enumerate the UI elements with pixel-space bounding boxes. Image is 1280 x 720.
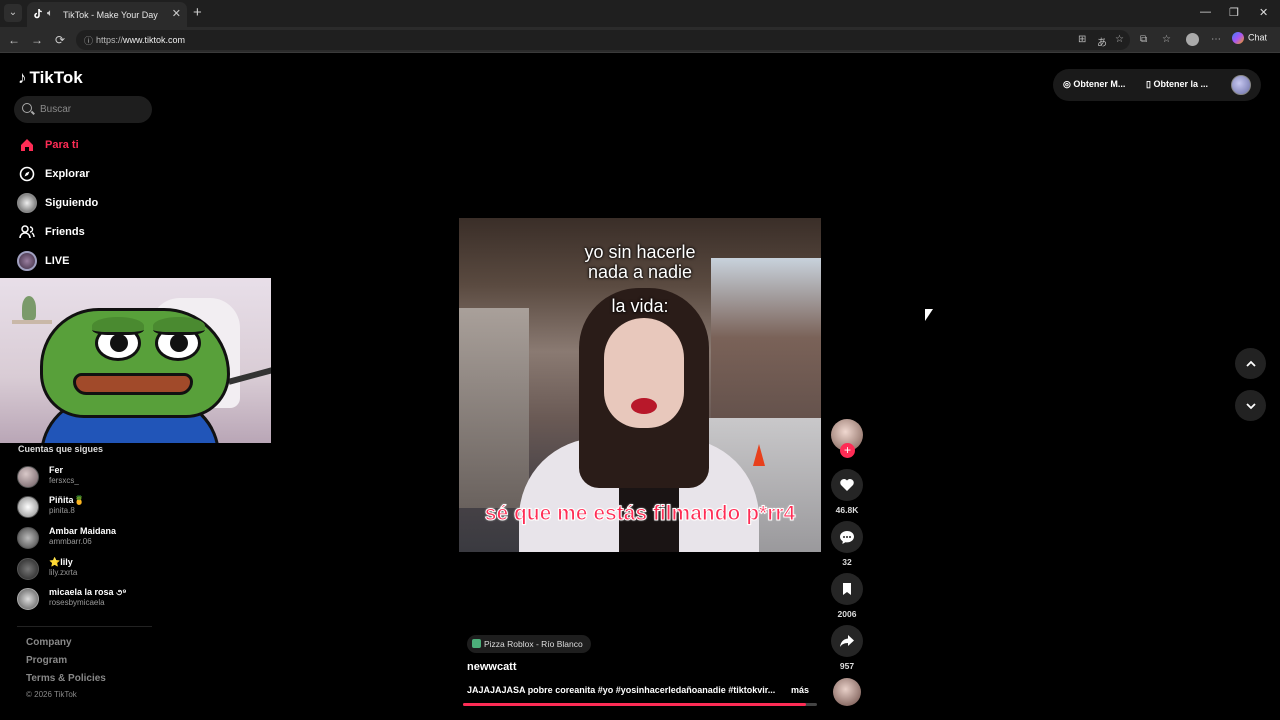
comment-button[interactable] (831, 521, 863, 553)
nav-item-explorar[interactable]: Explorar (17, 163, 157, 185)
follow-plus-button[interactable]: + (840, 443, 855, 458)
followed-account[interactable]: micaela la rosa ૭⁹ rosesbymicaela (17, 586, 167, 612)
browser-tab-tiktok[interactable]: 🔈︎ TikTok - Make Your Day ✕ (27, 2, 187, 27)
translate-icon[interactable]: あ (1097, 34, 1107, 49)
favorites-icon[interactable]: ☆ (1162, 34, 1171, 45)
nav-item-para-ti[interactable]: Para ti (17, 134, 157, 156)
get-coins-button[interactable]: ◎ Obtener M... (1063, 79, 1125, 90)
url-text: https://www.tiktok.com (96, 35, 186, 45)
favorite-star-icon[interactable]: ☆ (1115, 34, 1124, 45)
share-arrow-icon (840, 635, 854, 647)
following-avatar-icon (17, 193, 37, 213)
followed-account[interactable]: Fer fersxcs_ (17, 464, 167, 490)
comment-count: 32 (842, 557, 852, 567)
video-caption-bottom: sé que me estás filmando p*rr4 (484, 502, 796, 526)
minimize-button[interactable]: — (1200, 6, 1211, 18)
speaker-icon[interactable]: 🔈︎ (47, 8, 53, 19)
profile-avatar-icon[interactable] (1186, 33, 1199, 46)
music-disc-avatar[interactable] (833, 678, 861, 706)
search-icon (22, 103, 32, 113)
compass-icon (17, 164, 37, 184)
followed-account[interactable]: Piñita🍍 pinita.8 (17, 494, 167, 520)
bookmark-icon (843, 583, 851, 595)
video-description: JAJAJAJASA pobre coreanita #yo #yosinhac… (467, 685, 776, 695)
get-app-button[interactable]: ▯ Obtener la ... (1146, 79, 1208, 90)
followed-account[interactable]: Ambar Maidana ammbarr.06 (17, 525, 167, 551)
sidebar-divider (17, 626, 152, 627)
avatar (17, 466, 39, 488)
avatar (17, 527, 39, 549)
nav-item-siguiendo[interactable]: Siguiendo (17, 192, 157, 214)
footer-link-company[interactable]: Company (26, 637, 72, 648)
video-caption-top: yo sin hacerle nada a nadie (584, 242, 696, 282)
footer-link-terms[interactable]: Terms & Policies (26, 673, 106, 684)
followed-account[interactable]: ⭐lily lily.zxrta (17, 556, 167, 582)
close-window-button[interactable]: ✕ (1259, 6, 1268, 19)
avatar (17, 558, 39, 580)
tiktok-note-icon: ♪ (18, 68, 27, 87)
mouse-cursor (925, 309, 933, 321)
like-count: 46.8K (835, 505, 859, 515)
heart-icon (840, 479, 854, 491)
live-avatar-icon (17, 251, 37, 271)
avatar (17, 588, 39, 610)
share-count: 957 (839, 661, 855, 671)
footer-link-program[interactable]: Program (26, 655, 67, 666)
more-options-icon[interactable]: ⋯ (1211, 34, 1221, 45)
site-info-icon[interactable]: ⓘ (84, 34, 93, 47)
new-tab-button[interactable]: + (193, 4, 202, 22)
video-progress-fill (463, 703, 807, 706)
webcam-overlay (0, 278, 271, 443)
save-count: 2006 (837, 609, 857, 619)
coin-icon: ◎ (1063, 79, 1074, 89)
avatar (17, 496, 39, 518)
search-box[interactable] (14, 96, 152, 123)
pepe-frog-avatar (40, 308, 230, 418)
top-actions-bar: ◎ Obtener M... ▯ Obtener la ... (1053, 69, 1261, 101)
friends-icon (17, 222, 37, 242)
video-caption-mid: la vida: (611, 296, 669, 316)
like-button[interactable] (831, 469, 863, 501)
forward-button[interactable]: → (31, 33, 43, 47)
comment-icon (840, 531, 854, 544)
copilot-chat-button[interactable]: Chat (1232, 32, 1267, 44)
tiktok-favicon-icon (33, 8, 43, 19)
tab-title: TikTok - Make Your Day (63, 10, 158, 20)
reload-button[interactable]: ⟳ (55, 33, 65, 47)
user-avatar[interactable] (1231, 75, 1251, 95)
search-input[interactable] (40, 101, 140, 118)
tab-close-icon[interactable]: ✕ (172, 7, 181, 20)
restore-button[interactable]: ❐ (1229, 6, 1239, 19)
extensions-icon[interactable]: ⧉ (1140, 34, 1147, 45)
following-section-title: Cuentas que sigues (18, 444, 104, 454)
browser-tab-bar: ⌄ 🔈︎ TikTok - Make Your Day ✕ + — ❐ ✕ (0, 0, 1280, 27)
app-available-icon[interactable]: ⊞ (1078, 34, 1086, 45)
copyright: © 2026 TikTok (26, 690, 77, 699)
next-video-button[interactable] (1235, 390, 1266, 421)
nav-item-live[interactable]: LIVE (17, 250, 157, 272)
tiktok-logo[interactable]: ♪ TikTok (18, 68, 83, 88)
address-bar-row: ← → ⟳ ⓘ https://www.tiktok.com ⊞ あ ☆ ⧉ ☆… (0, 27, 1280, 53)
back-button[interactable]: ← (8, 33, 20, 47)
music-icon (472, 639, 481, 648)
music-tag[interactable]: Pizza Roblox - Río Blanco (467, 635, 591, 653)
video-player[interactable]: yo sin hacerle nada a nadie la vida: sé … (459, 218, 821, 552)
url-field[interactable]: ⓘ https://www.tiktok.com (76, 30, 1130, 50)
share-button[interactable] (831, 625, 863, 657)
tiktok-page: ♪TikTok Para ti Explorar Siguiendo Frien… (0, 54, 1280, 720)
save-button[interactable] (831, 573, 863, 605)
chevron-up-icon (1245, 360, 1256, 367)
home-icon (17, 135, 37, 155)
video-progress-bar[interactable] (463, 703, 817, 706)
tab-list-menu-button[interactable]: ⌄ (4, 4, 22, 22)
chevron-down-icon (1245, 403, 1256, 410)
author-name[interactable]: newwcatt (467, 661, 517, 673)
more-link[interactable]: más (791, 685, 809, 695)
copilot-icon (1232, 32, 1244, 44)
nav-item-friends[interactable]: Friends (17, 221, 157, 243)
previous-video-button[interactable] (1235, 348, 1266, 379)
